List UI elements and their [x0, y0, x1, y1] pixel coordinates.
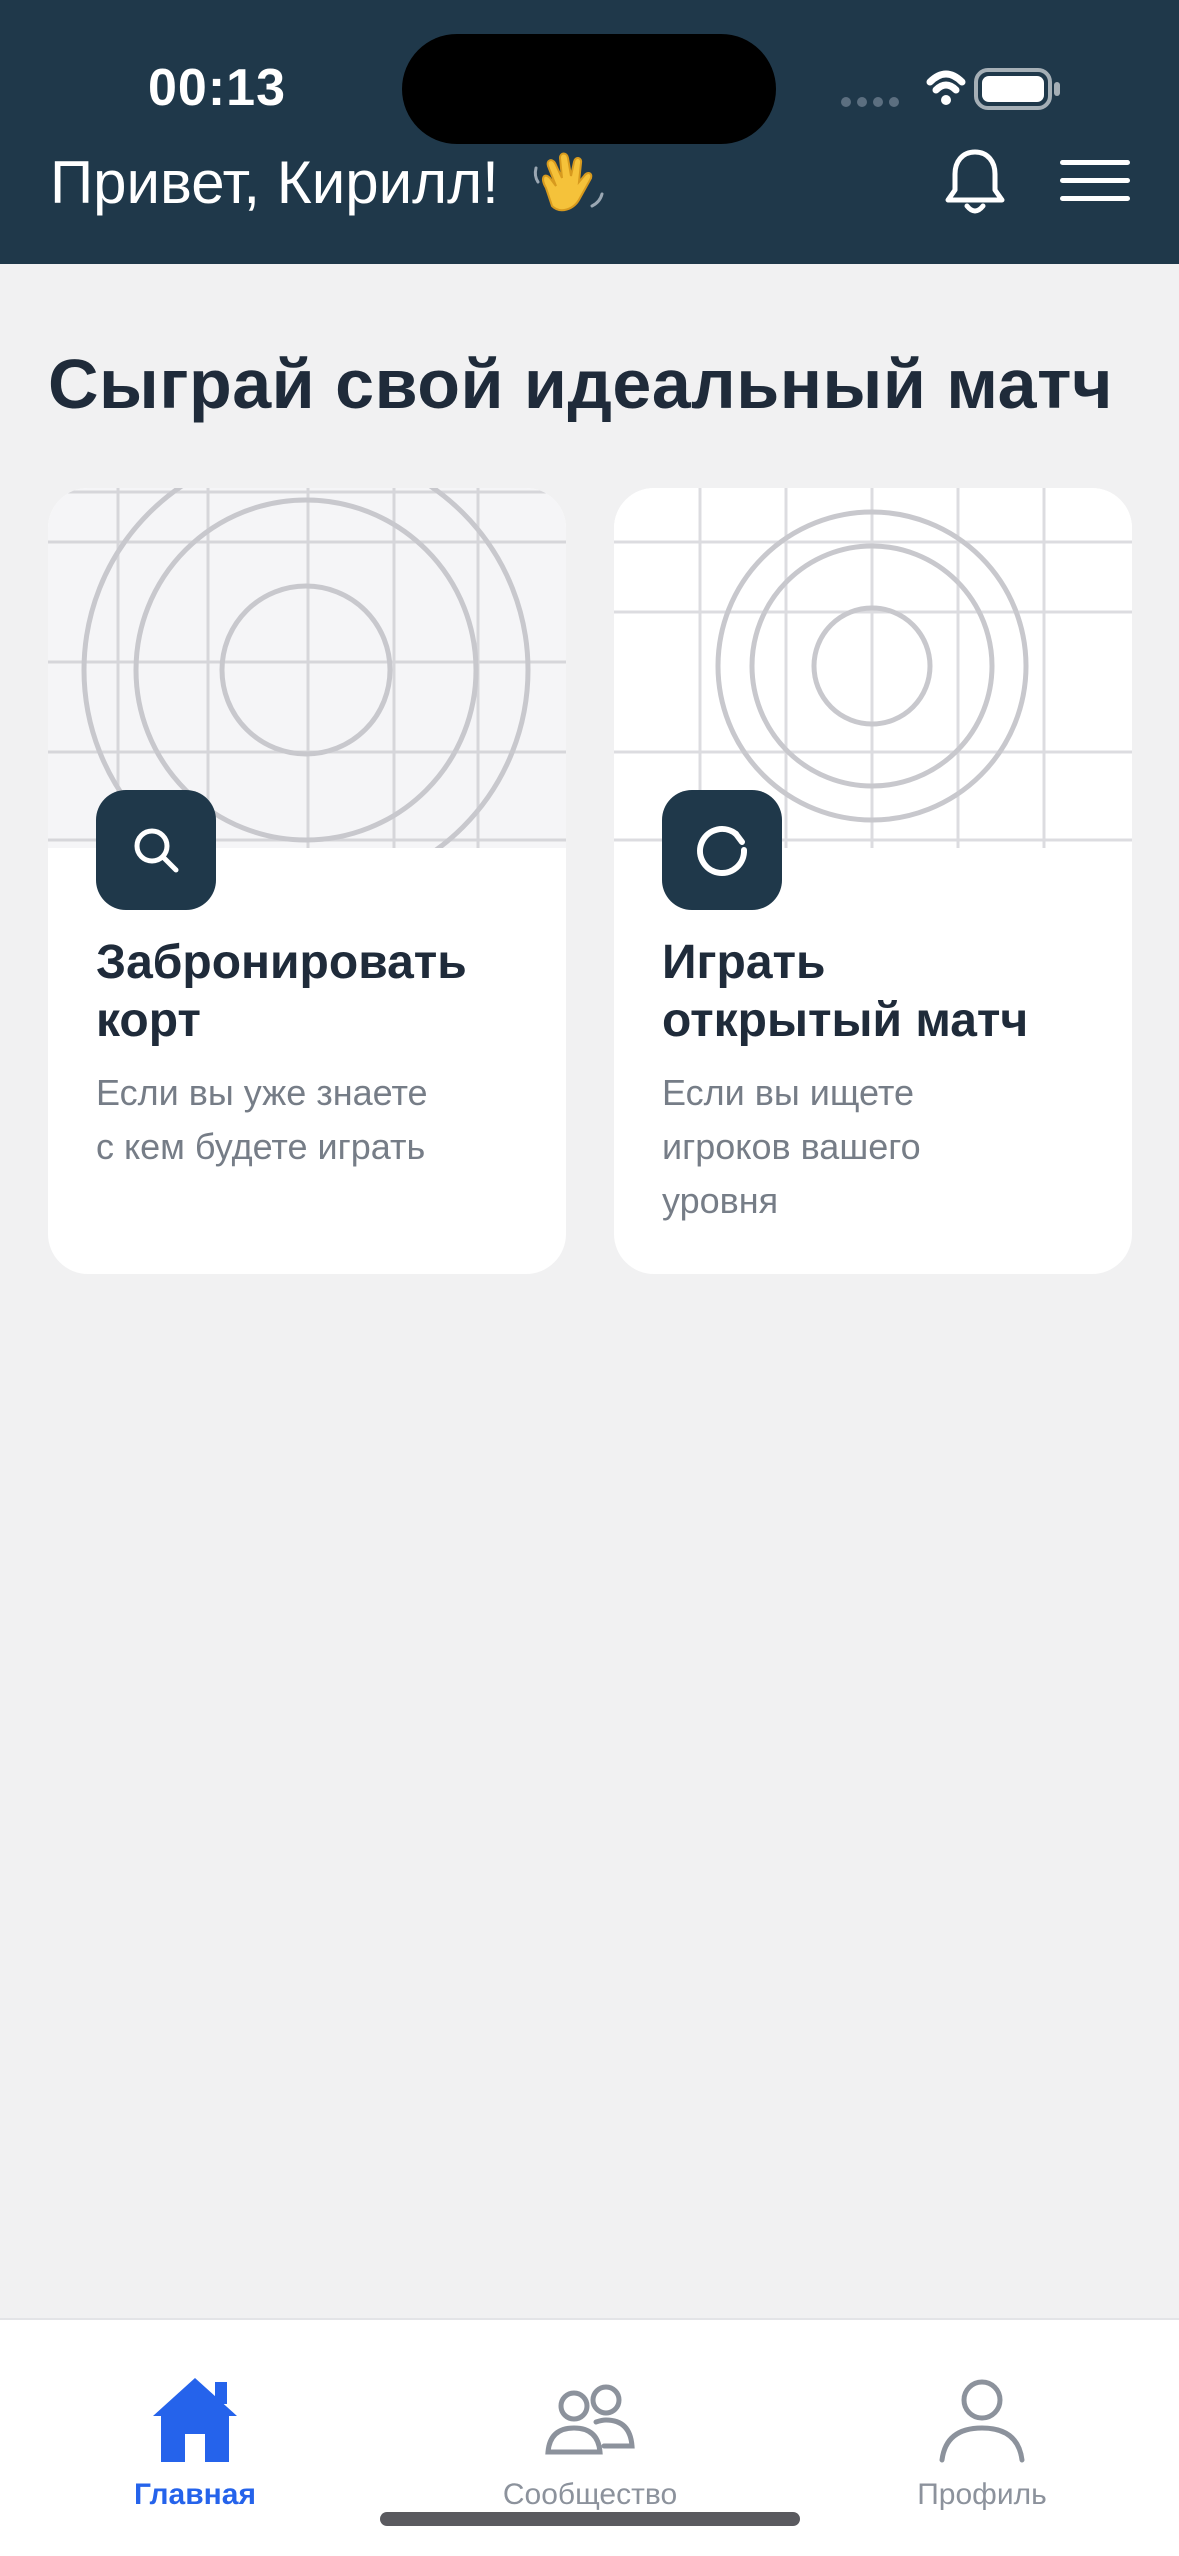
battery-icon	[974, 68, 1060, 110]
card-description-line: с кем будете играть	[96, 1126, 426, 1167]
dynamic-island	[402, 34, 776, 144]
card-description-line: уровня	[662, 1180, 779, 1221]
refresh-icon-badge	[662, 790, 782, 910]
wifi-icon	[926, 70, 966, 105]
header: 00:13 Привет, Кирилл!	[0, 0, 1179, 264]
waving-hand-icon	[533, 152, 604, 212]
refresh-circle-icon	[697, 825, 748, 876]
status-icons	[841, 68, 1060, 110]
card-title: Забронировать корт	[96, 934, 536, 1050]
tab-profile[interactable]: Профиль	[832, 2320, 1132, 2520]
card-description-line: Если вы уже знаете	[96, 1072, 428, 1113]
greeting-text: Привет, Кирилл!	[50, 149, 499, 216]
profile-icon	[939, 2379, 1025, 2463]
tab-label: Сообщество	[502, 2478, 678, 2511]
home-icon	[153, 2378, 237, 2462]
status-time: 00:13	[148, 59, 286, 117]
card-title-line: Забронировать	[96, 936, 467, 989]
card-title-line: корт	[96, 994, 201, 1047]
card-description-line: Если вы ищете	[662, 1072, 914, 1113]
open-match-card[interactable]: Играть открытый матч Если вы ищете игрок…	[614, 488, 1132, 1274]
home-indicator[interactable]	[380, 2512, 800, 2526]
card-description: Если вы ищете игроков вашего уровня	[662, 1066, 1102, 1228]
page-title: Сыграй свой идеальный матч	[48, 345, 1114, 423]
community-icon	[545, 2384, 635, 2455]
tab-label: Главная	[133, 2478, 256, 2511]
card-title-line: Играть	[662, 936, 826, 989]
tab-home[interactable]: Главная	[45, 2320, 345, 2520]
tab-label: Профиль	[917, 2478, 1047, 2511]
hamburger-menu-icon[interactable]	[1058, 158, 1132, 204]
book-court-card[interactable]: Забронировать корт Если вы уже знаете с …	[48, 488, 566, 1274]
signal-icon	[841, 97, 899, 107]
card-description: Если вы уже знаете с кем будете играть	[96, 1066, 536, 1174]
card-title: Играть открытый матч	[662, 934, 1102, 1050]
search-icon	[134, 828, 179, 873]
card-title-line: открытый матч	[662, 994, 1029, 1047]
card-description-line: игроков вашего	[662, 1126, 921, 1167]
tab-community[interactable]: Сообщество	[440, 2320, 740, 2520]
bell-icon[interactable]	[942, 146, 1008, 218]
search-icon-badge	[96, 790, 216, 910]
